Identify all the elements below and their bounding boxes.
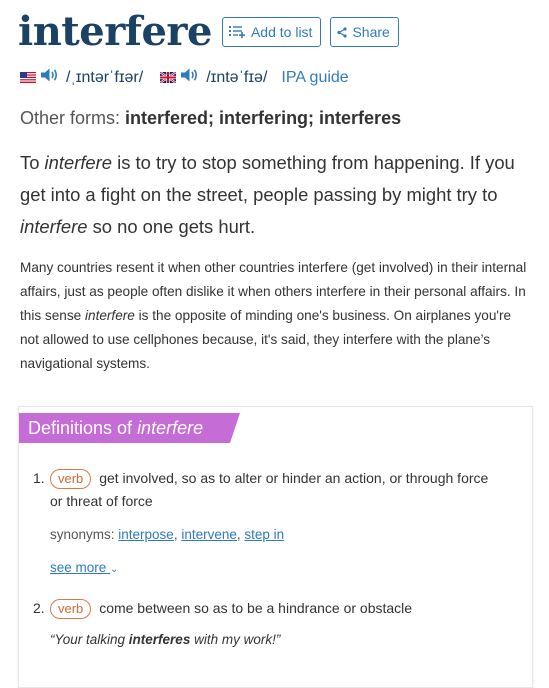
share-button[interactable]: Share (330, 17, 399, 47)
entry-header: interfere Add to list Share (18, 8, 399, 56)
part-of-speech-badge[interactable]: verb (50, 469, 92, 489)
definitions-heading-word: interfere (137, 418, 204, 438)
sense-gloss: get involved, so as to alter or hinder a… (50, 470, 489, 509)
pronunciation-row: /ˌɪntərˈfɪər/ /ɪntəˈfɪə/ IPA guide (20, 68, 349, 87)
synonym-link[interactable]: step in (244, 527, 284, 542)
synonyms-label: synonyms: (50, 527, 119, 542)
sense-number: 2. (33, 600, 45, 616)
synonyms-row: synonyms: interpose, intervene, step in (50, 527, 285, 542)
share-icon (337, 26, 348, 38)
short-blurb-text: To (20, 152, 45, 173)
uk-audio-button[interactable] (181, 68, 199, 87)
ipa-guide-link[interactable]: IPA guide (281, 69, 348, 87)
add-list-icon (228, 26, 245, 39)
see-more-label: see more (50, 560, 107, 575)
usage-example: “Your talking interferes with my work!” (50, 632, 280, 647)
short-blurb-text: so no one gets hurt. (87, 216, 256, 237)
long-blurb-word: interfere (84, 308, 135, 323)
us-ipa: /ˌɪntərˈfɪər/ (66, 68, 144, 86)
us-flag-icon (20, 72, 36, 83)
other-forms-label: Other forms: (20, 108, 126, 128)
short-blurb-word: interfere (44, 152, 113, 173)
sense-gloss: come between so as to be a hindrance or … (99, 600, 413, 616)
uk-flag-icon (160, 72, 177, 83)
other-forms: Other forms: interfered; interfering; in… (20, 108, 401, 129)
long-blurb: Many countries resent it when other coun… (20, 256, 532, 376)
synonym-link[interactable]: interpose (118, 527, 174, 542)
short-blurb-word: interfere (20, 216, 88, 237)
sense-1: 1. verb get involved, so as to alter or … (33, 467, 503, 513)
us-audio-button[interactable] (41, 68, 59, 87)
definitions-heading: Definitions of interfere (19, 413, 240, 443)
sense-number: 1. (33, 470, 45, 486)
other-forms-value: interfered; interfering; interferes (125, 108, 402, 128)
part-of-speech-badge[interactable]: verb (50, 599, 92, 619)
uk-ipa: /ɪntəˈfɪə/ (206, 68, 268, 86)
chevron-down-icon: ⌄ (110, 564, 119, 575)
add-to-list-button[interactable]: Add to list (221, 17, 322, 47)
example-text: with my work!” (190, 632, 281, 647)
share-label: Share (352, 24, 390, 40)
synonym-link[interactable]: intervene (181, 527, 237, 542)
example-word: interferes (128, 632, 191, 647)
definitions-heading-label: Definitions of (28, 418, 138, 438)
see-more-link[interactable]: see more ⌄ (50, 560, 118, 575)
sense-2: 2. verb come between so as to be a hindr… (33, 597, 503, 620)
definitions-panel: Definitions of interfere 1. verb get inv… (18, 406, 533, 688)
add-to-list-label: Add to list (250, 24, 313, 40)
speaker-icon (181, 68, 198, 82)
short-blurb: To interfere is to try to stop something… (20, 147, 530, 243)
speaker-icon (41, 68, 58, 82)
example-text: “Your talking (50, 632, 129, 647)
headword: interfere (18, 8, 212, 55)
